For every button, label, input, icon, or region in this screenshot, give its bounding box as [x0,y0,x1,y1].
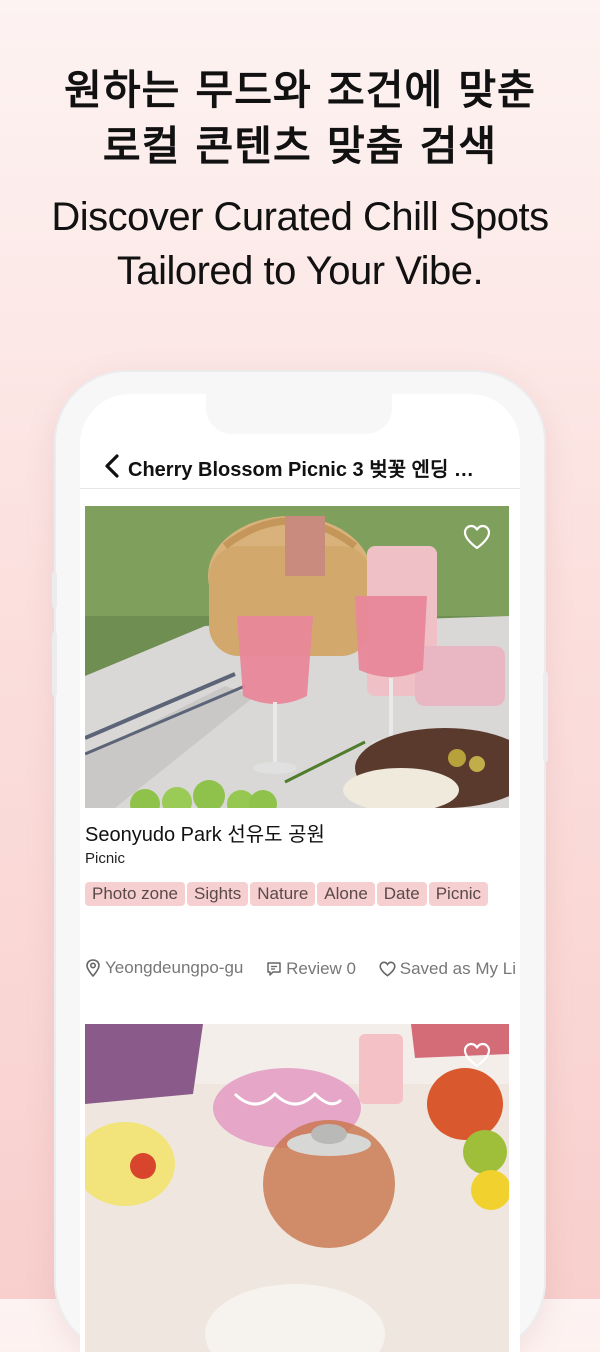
review-info[interactable]: Review 0 [266,959,356,979]
review-count: Review 0 [286,959,357,978]
promo-header: 원하는 무드와 조건에 맞춘 로컬 콘텐츠 맞춤 검색 Discover Cur… [0,0,600,298]
phone-side-button [52,572,57,608]
picnic-photo-illustration [85,1024,509,1352]
tag-chip[interactable]: Photo zone [85,882,186,906]
app-top-bar: Cherry Blossom Picnic 3 벚꽃 엔딩 낭만 피크닉 [80,442,520,490]
saved-info[interactable]: Saved as My List [379,959,515,979]
phone-notch [206,394,392,434]
tag-chip[interactable]: Picnic [428,882,489,906]
tag-chip[interactable]: Sights [187,882,249,906]
heart-icon[interactable] [463,524,491,550]
place-category: Picnic [85,850,126,867]
chevron-left-icon [105,454,119,478]
location-pin-icon [86,959,100,977]
tag-chip[interactable]: Date [376,882,427,906]
location-text: Yeongdeungpo-gu [105,958,244,977]
place-photo[interactable] [85,506,509,808]
place-meta-row: Yeongdeungpo-gu Review 0 Saved as My Lis… [85,958,515,984]
place-photo[interactable] [85,1024,509,1352]
app-screen: Cherry Blossom Picnic 3 벚꽃 엔딩 낭만 피크닉 [80,394,520,1352]
english-headline-line-2: Tailored to Your Vibe. [116,249,484,293]
review-icon [267,962,281,976]
picnic-photo-illustration [85,506,509,808]
tag-chip[interactable]: Nature [250,882,316,906]
heart-icon[interactable] [463,1042,491,1068]
phone-power-button [543,672,548,762]
korean-headline-line-2: 로컬 콘텐츠 맞춤 검색 [102,122,498,170]
phone-volume-up [52,632,57,696]
heart-outline-icon [379,961,396,977]
phone-frame: Cherry Blossom Picnic 3 벚꽃 엔딩 낭만 피크닉 [52,372,548,1352]
tag-list: Photo zone Sights Nature Alone Date Picnic [85,882,509,912]
saved-text: Saved as My List [399,959,515,978]
header-divider [80,488,520,489]
page-title: Cherry Blossom Picnic 3 벚꽃 엔딩 낭만 피크닉 [128,459,492,481]
place-name[interactable]: Seonyudo Park 선유도 공원 [85,818,325,847]
english-headline-line-1: Discover Curated Chill Spots [51,195,549,239]
location-info: Yeongdeungpo-gu [85,958,243,978]
tag-chip[interactable]: Alone [317,882,375,906]
korean-headline-line-1: 원하는 무드와 조건에 맞춘 [64,66,536,114]
back-button[interactable] [100,454,124,478]
